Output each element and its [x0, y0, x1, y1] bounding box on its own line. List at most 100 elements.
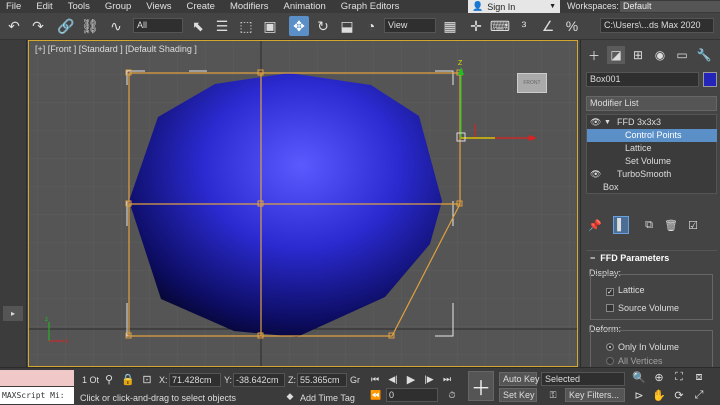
- time-tag-icon[interactable]: ◆: [284, 390, 296, 402]
- link-icon[interactable]: 🔗: [56, 16, 76, 36]
- object-color-swatch[interactable]: [703, 72, 717, 87]
- all-vertices-radio[interactable]: All Vertices: [606, 356, 663, 366]
- angle-snap-icon[interactable]: ∠: [538, 16, 558, 36]
- select-manipulate-icon[interactable]: ✛: [466, 16, 486, 36]
- rollout-header[interactable]: − FFD Parameters: [586, 250, 717, 264]
- sign-in-dropdown[interactable]: 👤 Sign In ▼: [468, 0, 560, 13]
- current-frame-field[interactable]: 0: [386, 388, 438, 402]
- menu-create[interactable]: Create: [180, 0, 224, 13]
- remove-modifier-icon[interactable]: 🗑: [663, 216, 679, 234]
- reference-coordinate-dropdown[interactable]: View: [384, 18, 436, 33]
- snaps-toggle-icon[interactable]: ³: [514, 16, 534, 36]
- workspaces-dropdown[interactable]: Default: [620, 1, 720, 12]
- field-of-view-icon[interactable]: ⊳: [632, 388, 646, 402]
- make-unique-icon[interactable]: ⧉: [641, 216, 657, 234]
- go-to-start-icon[interactable]: ⏮: [368, 372, 382, 386]
- utilities-tab-icon[interactable]: 🔧: [695, 46, 713, 64]
- visibility-eye-icon[interactable]: 👁: [590, 116, 601, 129]
- pivot-center-icon[interactable]: ▦: [440, 16, 460, 36]
- pan-view-icon[interactable]: ✋: [652, 388, 666, 402]
- modify-tab-icon[interactable]: ◪: [607, 46, 625, 64]
- menu-animation[interactable]: Animation: [278, 0, 335, 13]
- only-in-volume-radio[interactable]: Only In Volume: [606, 342, 679, 352]
- visibility-eye-icon[interactable]: 👁: [590, 168, 601, 181]
- zoom-extents-all-icon[interactable]: ⧈: [692, 370, 706, 384]
- unlink-icon[interactable]: ⛓: [80, 16, 100, 36]
- menu-modifiers[interactable]: Modifiers: [224, 0, 278, 13]
- lattice-checkbox[interactable]: ✓ Lattice: [606, 285, 645, 296]
- stack-item-box[interactable]: Box: [587, 181, 717, 194]
- redo-icon[interactable]: ↷: [28, 16, 48, 36]
- time-configuration-icon[interactable]: ⏱: [446, 389, 458, 401]
- rollout-title: FFD Parameters: [600, 253, 670, 263]
- source-volume-checkbox[interactable]: Source Volume: [606, 303, 679, 313]
- maximize-viewport-icon[interactable]: ⤢: [692, 388, 706, 402]
- pin-stack-icon[interactable]: 📌: [587, 216, 603, 234]
- percent-snap-icon[interactable]: %: [562, 16, 582, 36]
- x-coordinate-field[interactable]: 71.428cm: [169, 373, 221, 387]
- select-and-scale-icon[interactable]: ⬓: [337, 16, 357, 36]
- motion-tab-icon[interactable]: ◉: [651, 46, 669, 64]
- absolute-mode-transform-icon[interactable]: ⊡: [140, 372, 154, 386]
- show-end-result-icon[interactable]: ▌: [613, 216, 629, 234]
- select-object-icon[interactable]: ⬉: [188, 16, 208, 36]
- keyboard-shortcut-icon[interactable]: ⌨: [490, 16, 510, 36]
- y-coordinate-field[interactable]: -38.642cm: [233, 373, 285, 387]
- zoom-icon[interactable]: 🔍: [632, 370, 646, 384]
- bind-space-warp-icon[interactable]: ∿: [106, 16, 126, 36]
- stack-item-set-volume[interactable]: Set Volume: [587, 155, 717, 168]
- select-and-move-icon[interactable]: ✥: [289, 16, 309, 36]
- zoom-all-icon[interactable]: ⊕: [652, 370, 666, 384]
- menu-edit[interactable]: Edit: [30, 0, 61, 13]
- create-tab-icon[interactable]: ＋: [585, 46, 603, 64]
- project-folder-path[interactable]: C:\Users\...ds Max 2020: [600, 18, 714, 33]
- stack-item-lattice[interactable]: Lattice: [587, 142, 717, 155]
- stack-item-turbosmooth[interactable]: 👁 TurboSmooth: [587, 168, 717, 181]
- select-and-place-icon[interactable]: ◔: [361, 16, 381, 36]
- chevron-down-icon: ▼: [549, 3, 556, 10]
- undo-icon[interactable]: ↶: [4, 16, 24, 36]
- menu-views[interactable]: Views: [140, 0, 180, 13]
- menu-group[interactable]: Group: [99, 0, 140, 13]
- maxscript-mini-listener[interactable]: MAXScript Mi:: [0, 387, 74, 404]
- maxscript-listener-output[interactable]: [0, 370, 74, 386]
- key-icon[interactable]: ⚿: [546, 388, 560, 402]
- window-crossing-icon[interactable]: ▣: [260, 16, 280, 36]
- rectangular-selection-icon[interactable]: ⬚: [236, 16, 256, 36]
- collapse-arrow-icon[interactable]: ▼: [604, 116, 611, 129]
- configure-modifier-sets-icon[interactable]: ☑: [685, 216, 701, 234]
- play-icon[interactable]: ▶: [404, 372, 418, 386]
- stack-item-ffd[interactable]: 👁 ▼ FFD 3x3x3: [587, 116, 717, 129]
- object-name-field[interactable]: Box001: [586, 72, 699, 87]
- selection-lock-icon[interactable]: 🔒: [121, 372, 135, 386]
- selection-filter-dropdown[interactable]: All: [133, 18, 183, 33]
- set-key-button[interactable]: Set Key: [499, 388, 537, 402]
- viewport-layout-tab-button[interactable]: ▸: [3, 306, 23, 321]
- stack-item-control-points[interactable]: Control Points: [587, 129, 717, 142]
- menu-graph-editors[interactable]: Graph Editors: [335, 0, 409, 13]
- viewport-label[interactable]: [+] [Front ] [Standard ] [Default Shadin…: [35, 44, 197, 54]
- front-viewport[interactable]: [+] [Front ] [Standard ] [Default Shadin…: [28, 40, 578, 367]
- go-to-end-icon[interactable]: ⏭: [440, 372, 454, 386]
- select-and-rotate-icon[interactable]: ↻: [313, 16, 333, 36]
- z-coordinate-field[interactable]: 55.365cm: [297, 373, 347, 387]
- isolate-selection-icon[interactable]: ⚲: [102, 372, 116, 386]
- next-frame-icon[interactable]: |▶: [422, 372, 436, 386]
- orbit-icon[interactable]: ⟳: [672, 388, 686, 402]
- auto-key-button[interactable]: Auto Key: [499, 372, 540, 386]
- display-tab-icon[interactable]: ▭: [673, 46, 691, 64]
- select-by-name-icon[interactable]: ☰: [212, 16, 232, 36]
- modifier-list-dropdown[interactable]: Modifier List: [586, 96, 717, 111]
- previous-frame-icon[interactable]: ◀|: [386, 372, 400, 386]
- menu-tools[interactable]: Tools: [62, 0, 99, 13]
- stack-item-label: FFD 3x3x3: [617, 117, 662, 127]
- zoom-extents-icon[interactable]: ⛶: [672, 370, 686, 384]
- add-time-tag-label[interactable]: Add Time Tag: [300, 393, 355, 403]
- key-mode-dropdown[interactable]: Selected: [541, 372, 625, 386]
- set-key-big-button[interactable]: ＋: [468, 371, 494, 401]
- hierarchy-tab-icon[interactable]: ⊞: [629, 46, 647, 64]
- key-mode-toggle-icon[interactable]: ⏪: [370, 389, 382, 401]
- viewcube[interactable]: FRONT: [517, 73, 547, 93]
- key-filters-button[interactable]: Key Filters...: [565, 388, 625, 402]
- menu-file[interactable]: File: [0, 0, 30, 13]
